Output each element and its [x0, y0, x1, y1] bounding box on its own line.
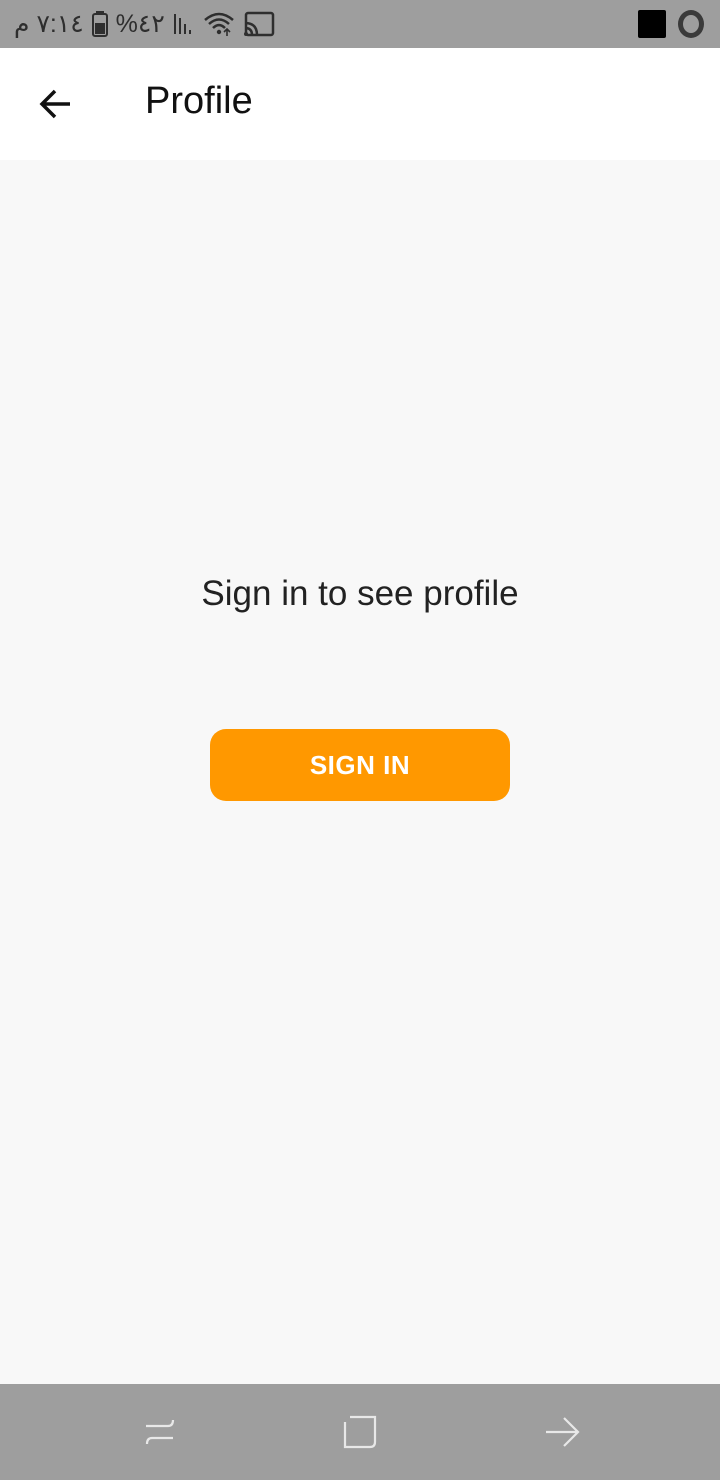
recent-apps-button[interactable] — [136, 1408, 184, 1456]
battery-percent: %٤٢ — [115, 10, 165, 38]
home-icon — [343, 1415, 377, 1449]
back-nav-icon — [546, 1417, 580, 1447]
arrow-back-icon — [39, 89, 70, 119]
app-bar: Profile — [0, 48, 720, 160]
wifi-icon — [203, 11, 235, 37]
status-right — [638, 8, 704, 40]
back-button[interactable] — [28, 76, 84, 132]
notification-square-icon — [638, 10, 666, 38]
status-bar: ٧:١٤ م %٤٢ — [0, 0, 720, 48]
status-left: ٧:١٤ م %٤٢ — [14, 8, 275, 40]
battery-icon — [91, 11, 108, 37]
main-content: Sign in to see profile SIGN IN — [0, 160, 720, 1384]
opera-icon — [678, 10, 704, 38]
home-button[interactable] — [336, 1408, 384, 1456]
navigation-bar — [0, 1384, 720, 1480]
recent-apps-icon — [145, 1419, 175, 1445]
sign-in-message: Sign in to see profile — [201, 574, 519, 613]
status-time: ٧:١٤ م — [14, 10, 84, 38]
back-nav-button[interactable] — [538, 1408, 586, 1456]
signal-icon — [173, 12, 195, 36]
page-title: Profile — [145, 80, 253, 122]
cast-icon — [243, 11, 275, 37]
sign-in-button[interactable]: SIGN IN — [210, 729, 510, 801]
